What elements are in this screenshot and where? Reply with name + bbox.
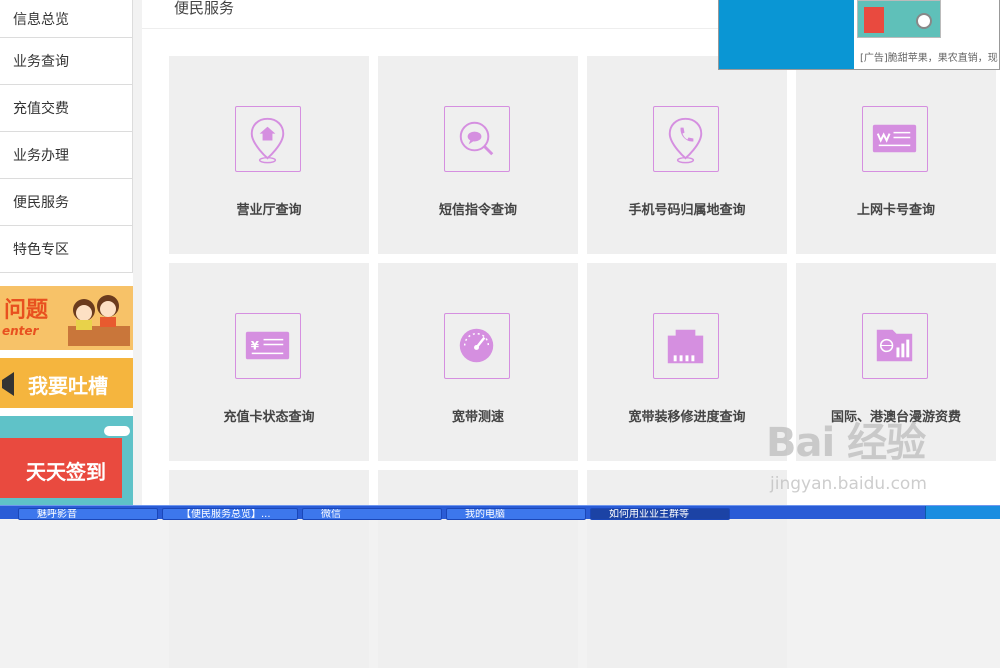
ethernet-port-icon — [653, 313, 719, 379]
sidebar-item-recharge[interactable]: 充值交费 — [0, 85, 133, 132]
feedback-banner[interactable]: 我要吐槽 — [0, 358, 133, 408]
cloud-icon — [104, 426, 130, 436]
speedometer-icon — [444, 313, 510, 379]
tile-row3-1[interactable] — [169, 470, 369, 668]
baidu-watermark: Bai 经验 jingyan.baidu.com — [766, 410, 996, 500]
tile-label: 营业厅查询 — [236, 203, 302, 218]
tile-broadband-speed-test[interactable]: 宽带测速 — [378, 263, 578, 461]
tile-sms-command-query[interactable]: 短信指令查询 — [378, 56, 578, 254]
tile-recharge-card-status[interactable]: ¥ 充值卡状态查询 — [169, 263, 369, 461]
taskbar: 魅呼影音 【便民服务总览】... 微信 我的电脑 如何用业业主群等 — [0, 505, 1000, 520]
sidebar-item-featured[interactable]: 特色专区 — [0, 226, 133, 273]
tile-label: 充值卡状态查询 — [223, 410, 315, 425]
taskbar-item-wechat[interactable]: 微信 — [302, 508, 442, 520]
kids-illustration-icon — [68, 295, 130, 346]
faq-banner-title: 问题 — [4, 298, 49, 323]
phone-location-icon — [653, 106, 719, 172]
sms-search-icon — [444, 106, 510, 172]
tile-row3-3[interactable] — [587, 470, 787, 668]
sidebar-item-convenience[interactable]: 便民服务 — [0, 179, 133, 226]
sidebar-item-overview[interactable]: 信息总览 — [0, 0, 133, 38]
sidebar-item-business-handling[interactable]: 业务办理 — [0, 132, 133, 179]
taskbar-item-player[interactable]: 魅呼影音 — [18, 508, 158, 520]
recharge-card-icon: ¥ — [235, 313, 301, 379]
svg-text:¥: ¥ — [251, 338, 260, 352]
ad-thumbnail[interactable] — [857, 0, 941, 38]
tile-label: 手机号码归属地查询 — [628, 203, 746, 218]
tile-data-card-query[interactable]: 上网卡号查询 — [796, 56, 996, 254]
tile-label: 宽带测速 — [451, 410, 504, 425]
tile-broadband-progress-query[interactable]: 宽带装移修进度查询 — [587, 263, 787, 461]
ad-thumbnail-figure — [864, 7, 884, 33]
taskbar-item-document[interactable]: 如何用业业主群等 — [590, 508, 730, 520]
wifi-card-icon — [862, 106, 928, 172]
signin-banner-title: 天天签到 — [26, 460, 106, 484]
watermark-url: jingyan.baidu.com — [770, 474, 927, 494]
tile-label: 短信指令查询 — [438, 203, 517, 218]
sidebar-item-business-query[interactable]: 业务查询 — [0, 38, 133, 85]
megaphone-icon — [2, 372, 14, 396]
signin-banner[interactable]: 天天签到 — [0, 416, 133, 508]
ad-blue-panel — [719, 0, 854, 69]
page-title: 便民服务 — [174, 0, 235, 17]
taskbar-item-browser[interactable]: 【便民服务总览】... — [162, 508, 298, 520]
location-home-icon — [235, 106, 301, 172]
roaming-chart-icon — [862, 313, 928, 379]
watermark-main: Bai 经验 — [766, 420, 926, 466]
feedback-banner-title: 我要吐槽 — [28, 374, 108, 398]
faq-banner[interactable]: 问题 enter — [0, 286, 133, 350]
ad-popup[interactable]: [广告]脆甜苹果，果农直销，现 — [718, 0, 1000, 70]
system-tray[interactable] — [925, 506, 1000, 519]
tile-row3-2[interactable] — [378, 470, 578, 668]
sidebar: 信息总览 业务查询 充值交费 业务办理 便民服务 特色专区 问题 enter 我… — [0, 0, 133, 508]
taskbar-item-my-computer[interactable]: 我的电脑 — [446, 508, 586, 520]
zoom-icon[interactable] — [916, 13, 932, 29]
tile-phone-location-query[interactable]: 手机号码归属地查询 — [587, 56, 787, 254]
faq-banner-subtitle: enter — [2, 324, 39, 338]
ad-text[interactable]: [广告]脆甜苹果，果农直销，现 — [860, 49, 998, 64]
tile-business-hall-query[interactable]: 营业厅查询 — [169, 56, 369, 254]
tile-label: 上网卡号查询 — [856, 203, 935, 218]
tile-label: 宽带装移修进度查询 — [628, 410, 746, 425]
